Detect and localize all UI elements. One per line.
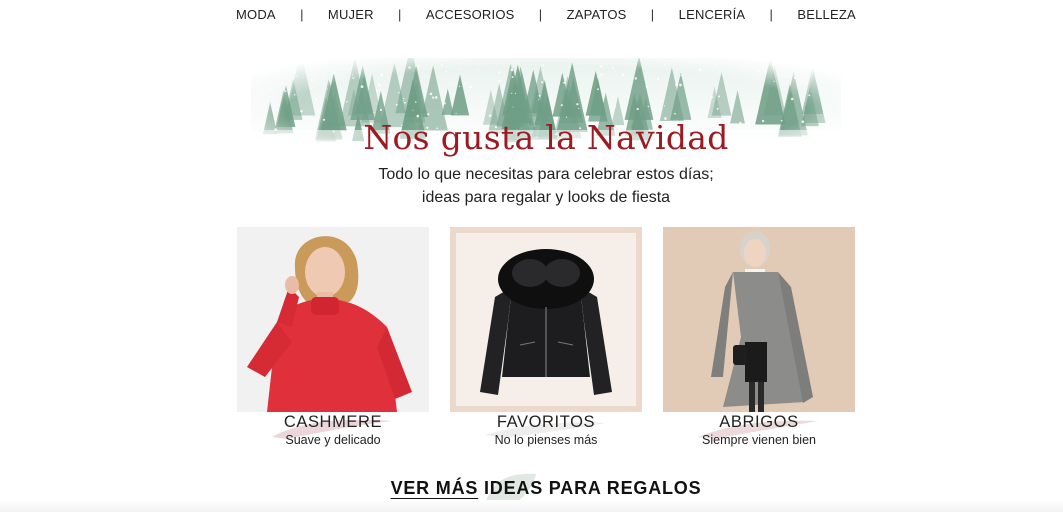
card-category[interactable]: CASHMERE (237, 413, 429, 432)
cashmere-model-image[interactable] (237, 227, 429, 412)
top-navigation: MODA | MUJER | ACCESORIOS | ZAPATOS | LE… (236, 0, 856, 28)
card-category[interactable]: ABRIGOS (663, 413, 855, 432)
nav-separator: | (397, 6, 402, 22)
leather-jacket-image[interactable] (450, 227, 642, 412)
nav-separator: | (538, 6, 543, 22)
product-card-abrigos[interactable]: ABRIGOS Siempre vienen bien (663, 227, 855, 457)
cta-underlined-text[interactable]: VER MÁS (391, 478, 479, 498)
subtitle-line: Todo lo que necesitas para celebrar esto… (378, 166, 714, 183)
nav-item-lenceria[interactable]: LENCERÍA (679, 7, 746, 22)
ver-mas-ideas-link[interactable]: VER MÁS IDEAS PARA REGALOS (236, 478, 856, 499)
bottom-fade (0, 500, 1063, 512)
nav-item-zapatos[interactable]: ZAPATOS (567, 7, 627, 22)
card-description: Suave y delicado (285, 433, 381, 447)
card-category[interactable]: FAVORITOS (450, 413, 642, 432)
card-description: No lo pienses más (494, 433, 598, 447)
coat-model-image[interactable] (663, 227, 855, 412)
subtitle-line: ideas para regalar y looks de fiesta (421, 189, 671, 206)
banner-subtitle: Todo lo que necesitas para celebrar esto… (236, 163, 856, 209)
cta-text[interactable]: IDEAS PARA REGALOS (478, 478, 701, 498)
banner-title: Nos gusta la Navidad (363, 118, 729, 157)
nav-separator: | (650, 6, 655, 22)
product-card-cashmere[interactable]: CASHMERE Suave y delicado (237, 227, 429, 457)
nav-item-mujer[interactable]: MUJER (328, 7, 374, 22)
nav-item-belleza[interactable]: BELLEZA (797, 7, 856, 22)
product-card-favoritos[interactable]: FAVORITOS No lo pienses más (450, 227, 642, 457)
nav-separator: | (769, 6, 774, 22)
nav-item-accesorios[interactable]: ACCESORIOS (426, 7, 515, 22)
nav-separator: | (300, 6, 304, 22)
nav-item-moda[interactable]: MODA (236, 7, 276, 22)
card-description: Siempre vienen bien (702, 433, 816, 447)
